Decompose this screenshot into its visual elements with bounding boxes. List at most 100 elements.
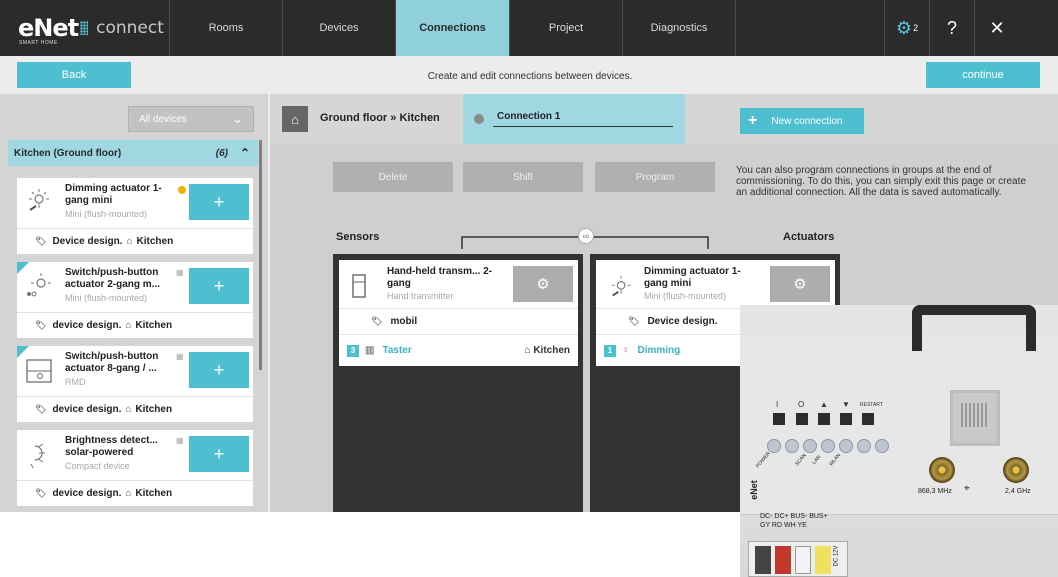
antenna-icon: ⌖	[964, 483, 970, 494]
device-filter-dropdown[interactable]: All devices ⌄	[128, 106, 254, 132]
tag-icon: 🏷	[35, 236, 47, 246]
delete-button[interactable]: Delete	[333, 162, 453, 192]
actuators-heading: Actuators	[783, 231, 835, 243]
actuator-title: Dimming actuator 1-gang mini	[644, 266, 741, 289]
connection-name-input[interactable]: Connection 1	[493, 111, 673, 127]
hardware-button	[773, 413, 785, 425]
ethernet-port-icon	[950, 390, 1000, 446]
frequency-label: 2,4 GHz	[1005, 488, 1031, 495]
dimmer-light-icon	[608, 274, 638, 310]
info-text: You can also program connections in grou…	[736, 165, 1026, 198]
device-card[interactable]: Switch/push-button actuator 2-gang m... …	[17, 262, 253, 338]
sensor-channel-row[interactable]: 3 ▥ Taster ⌂ Kitchen	[339, 334, 578, 366]
scrollbar[interactable]	[259, 140, 262, 370]
tag-icon: 🏷	[371, 316, 383, 326]
hardware-button	[840, 413, 852, 425]
device-card[interactable]: Switch/push-button actuator 8-gang / ...…	[17, 346, 253, 422]
gear-icon: ⚙	[536, 276, 550, 293]
home-icon: ⌂	[126, 236, 133, 247]
sensor-channel: Taster	[382, 345, 412, 356]
antenna-connector	[929, 457, 955, 483]
grid-icon: ▦	[176, 436, 184, 445]
brightness-sensor-icon	[25, 440, 57, 470]
close-button[interactable]: ✕	[974, 0, 1019, 56]
actuator-design: Device design.	[647, 316, 718, 327]
grid-icon: ▦	[176, 352, 184, 361]
settings-button[interactable]: ⚙ 2	[884, 0, 929, 56]
hardware-button	[862, 413, 874, 425]
led-indicator	[857, 439, 871, 453]
device-card-main: Brightness detect... solar-powered Compa…	[17, 430, 253, 480]
add-device-button[interactable]: +	[189, 184, 249, 220]
home-button[interactable]: ⌂	[282, 106, 308, 132]
new-connection-button[interactable]: + New connection	[740, 108, 864, 134]
link-icon: ∞	[578, 228, 594, 244]
continue-button[interactable]: continue	[926, 62, 1040, 88]
device-card-main: Switch/push-button actuator 8-gang / ...…	[17, 346, 253, 396]
chevron-down-icon: ⌄	[232, 111, 243, 126]
chevron-up-icon: ⌃	[239, 146, 250, 160]
logo-mark: eNet	[748, 480, 759, 500]
tag-icon: 🏷	[35, 404, 47, 414]
room-group-title: Kitchen (Ground floor)	[14, 147, 122, 159]
program-button[interactable]: Program	[595, 162, 715, 192]
actuator-subtitle: Mini (flush-mounted)	[644, 291, 727, 301]
device-design: device design.	[52, 320, 122, 331]
device-card-footer: 🏷 device design. ⌂ Kitchen	[17, 480, 253, 506]
top-navigation: eNet connect SMART HOME Rooms Devices Co…	[0, 0, 1058, 56]
settings-badge: 2	[913, 23, 919, 33]
new-connection-label: New connection	[771, 115, 843, 127]
add-device-button[interactable]: +	[189, 268, 249, 304]
led-indicator	[839, 439, 853, 453]
device-room: Kitchen	[135, 404, 173, 415]
tab-devices[interactable]: Devices	[283, 0, 396, 56]
device-room: Kitchen	[135, 488, 173, 499]
server-hardware-photo: I O ▲ ▼ RESTART POWER SCAN LAN WLAN 868,…	[740, 305, 1058, 577]
tab-diagnostics[interactable]: Diagnostics	[623, 0, 736, 56]
home-icon: ⌂	[125, 404, 132, 415]
tag-icon: 🏷	[35, 488, 47, 498]
button-label: O	[798, 400, 805, 409]
device-card-main: Switch/push-button actuator 2-gang m... …	[17, 262, 253, 312]
tag-icon: 🏷	[628, 316, 640, 326]
device-card-footer: 🏷 device design. ⌂ Kitchen	[17, 396, 253, 422]
brand-dots-icon	[80, 21, 89, 35]
home-icon: ⌂	[524, 345, 534, 356]
tab-rooms[interactable]: Rooms	[170, 0, 283, 56]
tag-icon: 🏷	[35, 320, 47, 330]
sensor-settings-button[interactable]: ⚙	[513, 266, 573, 302]
device-card[interactable]: Dimming actuator 1-gang mini Mini (flush…	[17, 178, 253, 254]
device-subtitle: Mini (flush-mounted)	[65, 293, 148, 303]
device-design: device design.	[52, 404, 122, 415]
plus-icon: +	[748, 112, 758, 129]
device-list-panel: All devices ⌄ Kitchen (Ground floor) (6)…	[0, 94, 268, 512]
add-device-button[interactable]: +	[189, 352, 249, 388]
actuator-settings-button[interactable]: ⚙	[770, 266, 830, 302]
sensor-card[interactable]: Hand-held transm... 2-gang Hand transmit…	[339, 260, 578, 366]
button-label: RESTART	[860, 402, 883, 408]
home-icon: ⌂	[125, 488, 132, 499]
back-button[interactable]: Back	[17, 62, 131, 88]
status-dot	[178, 186, 186, 194]
connection-tab[interactable]: Connection 1	[463, 94, 685, 144]
led-indicator	[785, 439, 799, 453]
home-icon: ⌂	[291, 111, 299, 127]
hardware-button	[796, 413, 808, 425]
device-room: Kitchen	[136, 236, 174, 247]
tab-connections[interactable]: Connections	[396, 0, 510, 56]
device-card-main: Dimming actuator 1-gang mini Mini (flush…	[17, 178, 253, 228]
help-button[interactable]: ?	[929, 0, 974, 56]
device-filter-value: All devices	[139, 113, 187, 125]
device-card-footer: 🏷 Device design. ⌂ Kitchen	[17, 228, 253, 254]
device-title: Switch/push-button actuator 2-gang m...	[65, 267, 161, 290]
device-card[interactable]: Brightness detect... solar-powered Compa…	[17, 430, 253, 506]
shift-button[interactable]: Shift	[463, 162, 583, 192]
device-title: Dimming actuator 1-gang mini	[65, 183, 162, 206]
page-hint: Create and edit connections between devi…	[427, 71, 633, 82]
add-device-button[interactable]: +	[189, 436, 249, 472]
switch-light-icon	[25, 272, 57, 302]
rmd-module-icon	[25, 356, 57, 386]
terminal-slot	[755, 546, 771, 574]
room-group-header[interactable]: Kitchen (Ground floor) (6) ⌃	[8, 140, 258, 166]
tab-project[interactable]: Project	[510, 0, 623, 56]
